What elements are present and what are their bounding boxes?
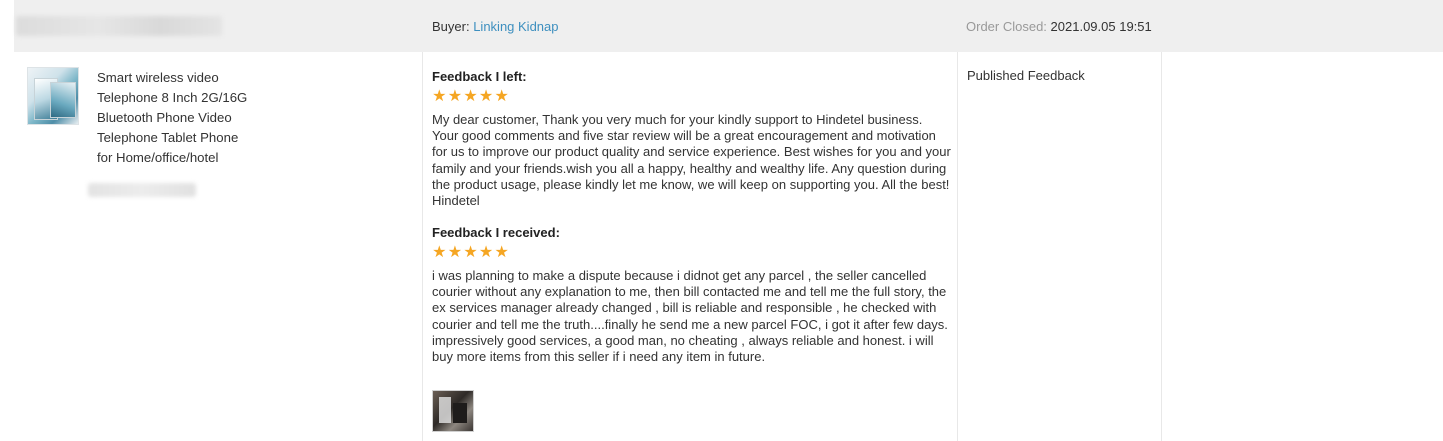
feedback-received-rating: ★ ★ ★ ★ ★: [432, 245, 509, 261]
feedback-received-heading: Feedback I received:: [432, 225, 560, 240]
feedback-left-rating: ★ ★ ★ ★ ★: [432, 89, 509, 105]
star-icon: ★: [432, 244, 447, 261]
order-closed-time: 2021.09.05 19:51: [1050, 19, 1152, 34]
product-title-line: Telephone Tablet Phone: [97, 130, 239, 145]
order-status: Order Closed: 2021.09.05 19:51: [966, 19, 1152, 34]
order-status-label: Order Closed:: [966, 19, 1047, 34]
redacted-product-detail: [88, 183, 196, 197]
buyer-info: Buyer: Linking Kidnap: [432, 19, 559, 34]
star-icon: ★: [463, 244, 478, 261]
product-title-line: Smart wireless video: [97, 70, 219, 85]
column-divider: [422, 52, 423, 441]
feedback-received-text: i was planning to make a dispute because…: [432, 268, 948, 365]
star-icon: ★: [463, 88, 478, 105]
published-feedback-status: Published Feedback: [967, 68, 1085, 83]
product-thumbnail[interactable]: [27, 67, 79, 125]
star-icon: ★: [494, 88, 509, 105]
feedback-left-text: My dear customer, Thank you very much fo…: [432, 112, 951, 209]
column-divider: [1161, 52, 1162, 441]
star-icon: ★: [494, 244, 509, 261]
column-divider: [957, 52, 958, 441]
star-icon: ★: [478, 88, 494, 105]
product-title-line: for Home/office/hotel: [97, 150, 219, 165]
star-icon: ★: [447, 88, 463, 105]
feedback-left-heading: Feedback I left:: [432, 69, 527, 84]
buyer-name-link[interactable]: Linking Kidnap: [473, 19, 558, 34]
star-icon: ★: [447, 244, 463, 261]
star-icon: ★: [478, 244, 494, 261]
product-title-link[interactable]: Smart wireless video Telephone 8 Inch 2G…: [97, 68, 267, 168]
redacted-order-id: [16, 16, 222, 36]
order-header: Buyer: Linking Kidnap Order Closed: 2021…: [14, 0, 1443, 52]
product-title-line: Telephone 8 Inch 2G/16G: [97, 90, 248, 105]
review-photo-thumbnail[interactable]: [432, 390, 474, 432]
star-icon: ★: [432, 88, 447, 105]
product-title-line: Bluetooth Phone Video: [97, 110, 232, 125]
buyer-label: Buyer:: [432, 19, 470, 34]
